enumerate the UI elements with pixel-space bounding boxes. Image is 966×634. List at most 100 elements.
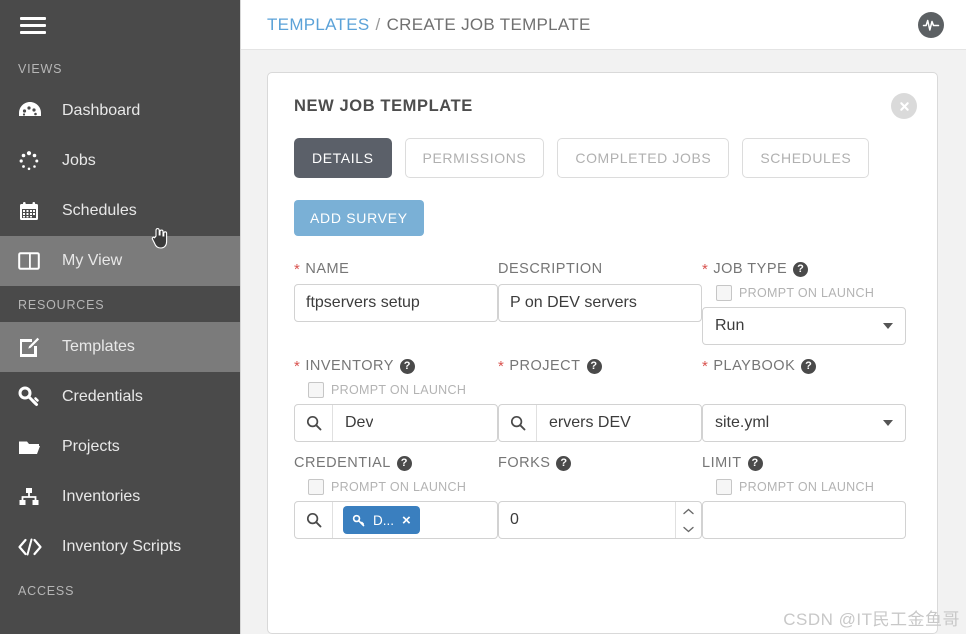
forks-stepper[interactable]: 0 — [498, 501, 702, 539]
field-playbook-label: * PLAYBOOK ? — [702, 355, 906, 377]
chevron-down-icon — [883, 323, 893, 329]
sidebar-item-jobs[interactable]: Jobs — [0, 136, 240, 186]
sidebar-item-schedules[interactable]: Schedules — [0, 186, 240, 236]
field-credential-label: CREDENTIAL ? — [294, 452, 498, 474]
help-icon[interactable]: ? — [586, 358, 602, 374]
credential-prompt-on-launch[interactable]: PROMPT ON LAUNCH — [308, 477, 498, 497]
ansible-tower-pulse-logo-icon[interactable] — [918, 11, 944, 38]
tab-permissions[interactable]: PERMISSIONS — [404, 138, 545, 178]
breadcrumb-link-templates[interactable]: TEMPLATES — [267, 15, 370, 34]
sidebar-item-my-view[interactable]: My View — [0, 236, 240, 286]
tab-completed-jobs[interactable]: COMPLETED JOBS — [557, 138, 730, 178]
search-icon[interactable] — [499, 405, 537, 441]
chevron-down-icon — [883, 420, 893, 426]
job-type-value: Run — [715, 317, 745, 334]
required-asterisk: * — [294, 260, 301, 278]
sidebar-item-label: Dashboard — [62, 102, 141, 119]
credential-input[interactable]: D... × — [294, 501, 498, 539]
calendar-icon — [18, 199, 48, 223]
field-name: * NAME ftpservers setup — [294, 258, 498, 345]
add-survey-button[interactable]: ADD SURVEY — [294, 200, 424, 236]
key-icon — [18, 385, 48, 409]
help-icon[interactable]: ? — [747, 455, 763, 471]
jobs-spinner-icon — [18, 149, 48, 173]
sidebar-item-label: Schedules — [62, 202, 137, 219]
required-asterisk: * — [294, 357, 301, 375]
tab-details[interactable]: DETAILS — [294, 138, 392, 178]
sidebar-item-credentials[interactable]: Credentials — [0, 372, 240, 422]
folder-icon — [18, 435, 48, 459]
sidebar-item-inventories[interactable]: Inventories — [0, 472, 240, 522]
help-icon[interactable]: ? — [801, 358, 817, 374]
limit-input[interactable] — [702, 501, 906, 539]
close-icon[interactable] — [891, 93, 917, 119]
name-input[interactable]: ftpservers setup — [294, 284, 498, 322]
field-description-label: DESCRIPTION — [498, 258, 702, 280]
label-text: LIMIT — [702, 455, 742, 471]
field-limit: LIMIT ? PROMPT ON LAUNCH — [702, 452, 906, 539]
required-asterisk: * — [702, 357, 709, 375]
inventory-input[interactable]: Dev — [294, 404, 498, 442]
columns-icon — [18, 249, 48, 273]
label-text: CREDENTIAL — [294, 455, 391, 471]
search-icon[interactable] — [295, 502, 333, 538]
sidebar-item-label: Inventory Scripts — [62, 538, 182, 555]
stepper-up-icon[interactable] — [676, 502, 701, 520]
top-bar: TEMPLATES / CREATE JOB TEMPLATE — [241, 0, 966, 50]
checkbox-icon[interactable] — [308, 382, 324, 398]
label-text: FORKS — [498, 455, 551, 471]
forks-value[interactable]: 0 — [499, 502, 675, 538]
project-value: ervers DEV — [549, 414, 631, 431]
sidebar-item-label: Projects — [62, 438, 120, 455]
help-icon[interactable]: ? — [556, 455, 572, 471]
limit-prompt-on-launch[interactable]: PROMPT ON LAUNCH — [716, 477, 906, 497]
sidebar-section-resources-title: RESOURCES — [18, 298, 105, 312]
inventory-prompt-on-launch[interactable]: PROMPT ON LAUNCH — [308, 380, 498, 400]
description-input[interactable]: P on DEV servers — [498, 284, 702, 322]
dashboard-icon — [18, 99, 48, 123]
checkbox-icon[interactable] — [716, 479, 732, 495]
prompt-on-launch-label: PROMPT ON LAUNCH — [331, 480, 467, 494]
prompt-on-launch-label: PROMPT ON LAUNCH — [739, 286, 875, 300]
playbook-select[interactable]: site.yml — [702, 404, 906, 442]
help-icon[interactable]: ? — [399, 358, 415, 374]
field-project: * PROJECT ? ervers DEV — [498, 355, 702, 442]
project-input[interactable]: ervers DEV — [498, 404, 702, 442]
tab-schedules[interactable]: SCHEDULES — [742, 138, 870, 178]
prompt-on-launch-label: PROMPT ON LAUNCH — [739, 480, 875, 494]
credential-chip[interactable]: D... × — [343, 506, 420, 534]
main-area: TEMPLATES / CREATE JOB TEMPLATE NEW JOB TE… — [240, 0, 966, 634]
help-icon[interactable]: ? — [396, 455, 412, 471]
field-project-label: * PROJECT ? — [498, 355, 702, 377]
credential-chip-remove-icon[interactable]: × — [402, 512, 411, 529]
sidebar-item-templates[interactable]: Templates — [0, 322, 240, 372]
job-type-prompt-on-launch[interactable]: PROMPT ON LAUNCH — [716, 283, 906, 303]
playbook-value: site.yml — [715, 414, 770, 431]
key-icon — [352, 514, 365, 526]
edit-template-icon — [18, 335, 48, 359]
prompt-on-launch-label: PROMPT ON LAUNCH — [331, 383, 467, 397]
job-template-form: * NAME ftpservers setup DESCRIPTION P on… — [294, 258, 911, 539]
field-forks-label: FORKS ? — [498, 452, 702, 474]
sidebar-section-views-title: VIEWS — [18, 62, 63, 76]
field-inventory-label: * INVENTORY ? — [294, 355, 498, 377]
menu-toggle-button[interactable] — [0, 0, 240, 50]
breadcrumb: TEMPLATES / CREATE JOB TEMPLATE — [267, 15, 591, 35]
field-forks: FORKS ? 0 — [498, 452, 702, 539]
field-description: DESCRIPTION P on DEV servers — [498, 258, 702, 345]
sidebar-item-inventory-scripts[interactable]: Inventory Scripts — [0, 522, 240, 572]
inventory-value: Dev — [345, 414, 374, 431]
job-type-select[interactable]: Run — [702, 307, 906, 345]
help-icon[interactable]: ? — [793, 261, 809, 277]
sidebar-item-label: Inventories — [62, 488, 141, 505]
sidebar-item-projects[interactable]: Projects — [0, 422, 240, 472]
checkbox-icon[interactable] — [716, 285, 732, 301]
label-text: INVENTORY — [305, 358, 394, 374]
search-icon[interactable] — [295, 405, 333, 441]
stepper-down-icon[interactable] — [676, 520, 701, 538]
new-job-template-card: NEW JOB TEMPLATE DETAILS PERMISSIONS COM… — [267, 72, 938, 634]
sidebar-item-label: Credentials — [62, 388, 143, 405]
sidebar-item-dashboard[interactable]: Dashboard — [0, 86, 240, 136]
breadcrumb-current: CREATE JOB TEMPLATE — [386, 14, 591, 34]
checkbox-icon[interactable] — [308, 479, 324, 495]
